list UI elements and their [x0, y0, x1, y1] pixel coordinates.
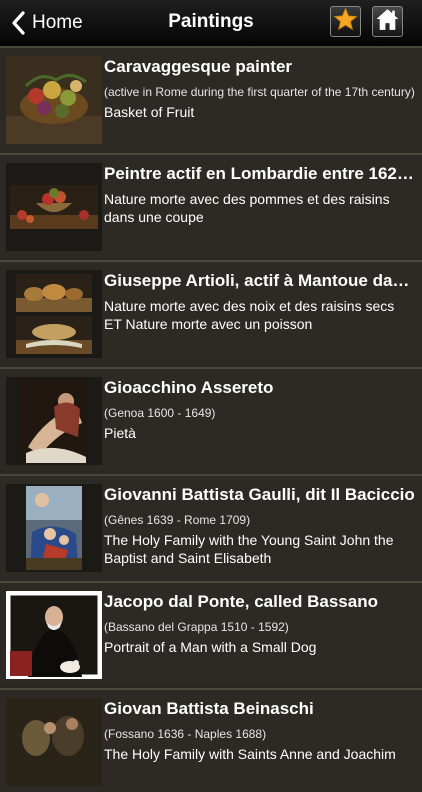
painting-title: Nature morte avec des pommes et des rais… — [104, 191, 390, 225]
list-item[interactable]: Giovanni Battista Gaulli, dit Il Bacicci… — [0, 474, 422, 578]
painting-thumbnail — [6, 591, 102, 679]
home-button[interactable] — [372, 6, 403, 37]
artist-name: Giovanni Battista Gaulli, dit Il Bacicci… — [104, 485, 415, 504]
artist-name: Jacopo dal Ponte, called Bassano — [104, 592, 378, 611]
artist-name: Giovan Battista Beinaschi — [104, 699, 314, 718]
painting-thumbnail — [6, 270, 102, 358]
artist-name: Gioacchino Assereto — [104, 378, 274, 397]
list-item[interactable]: Caravaggesque painter (active in Rome du… — [0, 46, 422, 150]
back-button[interactable]: Home — [8, 8, 83, 38]
list-item[interactable]: Peintre actif en Lombardie entre 1620 et… — [0, 153, 422, 257]
painting-title: Basket of Fruit — [104, 104, 195, 120]
painting-title: Pietà — [104, 425, 136, 441]
chevron-left-icon — [8, 8, 30, 38]
navigation-bar: Home Paintings — [0, 0, 422, 46]
painting-title: The Holy Family with Saints Anne and Joa… — [104, 746, 396, 762]
artist-dates: (Gênes 1639 - Rome 1709) — [104, 513, 251, 527]
painting-title: Portrait of a Man with a Small Dog — [104, 639, 317, 655]
artist-dates: (Bassano del Grappa 1510 - 1592) — [104, 620, 289, 634]
list-item[interactable]: Giuseppe Artioli, actif à Mantoue dans l… — [0, 260, 422, 364]
painting-thumbnail — [6, 377, 102, 465]
artist-dates: (active in Rome during the first quarter… — [104, 85, 415, 99]
painting-thumbnail — [6, 56, 102, 144]
star-icon — [333, 6, 358, 37]
painting-thumbnail — [6, 698, 102, 786]
list-item[interactable]: Gioacchino Assereto (Genoa 1600 - 1649) … — [0, 367, 422, 471]
painting-thumbnail — [6, 163, 102, 251]
artist-dates: (Fossano 1636 - Naples 1688) — [104, 727, 267, 741]
artist-name: Caravaggesque painter — [104, 57, 293, 76]
home-icon — [375, 7, 400, 37]
favorites-button[interactable] — [330, 6, 361, 37]
painting-title: Nature morte avec des noix et des raisin… — [104, 298, 395, 332]
list-item[interactable]: Jacopo dal Ponte, called Bassano (Bassan… — [0, 581, 422, 685]
painting-title: The Holy Family with the Young Saint Joh… — [104, 532, 394, 566]
back-button-label: Home — [32, 12, 83, 33]
artist-dates: (Genoa 1600 - 1649) — [104, 406, 216, 420]
list-item[interactable]: Giovan Battista Beinaschi (Fossano 1636 … — [0, 688, 422, 792]
artist-name: Giuseppe Artioli, actif à Mantoue dans l… — [104, 271, 416, 290]
artist-name: Peintre actif en Lombardie entre 1620 et… — [104, 164, 416, 183]
painting-thumbnail — [6, 484, 102, 572]
